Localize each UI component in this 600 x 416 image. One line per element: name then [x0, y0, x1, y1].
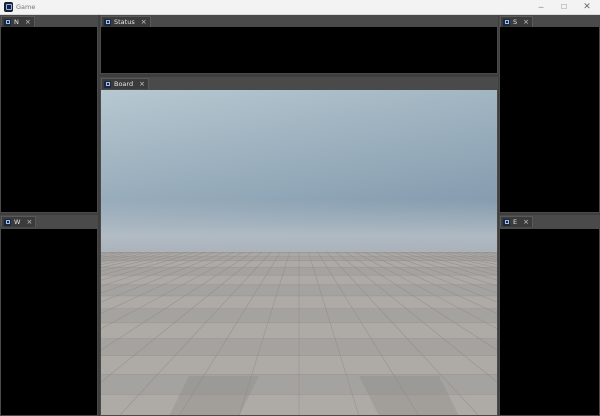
tab-label: Status: [114, 18, 135, 26]
minimize-button[interactable]: ─: [530, 0, 552, 15]
tab-status[interactable]: Status ×: [101, 16, 151, 27]
tab-label: N: [14, 18, 19, 26]
horizon-haze: [101, 200, 497, 260]
panel-icon: [4, 18, 11, 26]
maximize-button[interactable]: ☐: [553, 0, 575, 15]
panel-west: W ×: [0, 215, 98, 416]
tab-close-icon[interactable]: ×: [26, 217, 32, 227]
checkered-floor: [101, 252, 497, 415]
window-title: Game: [16, 3, 36, 11]
tab-west[interactable]: W ×: [1, 216, 37, 227]
tab-close-icon[interactable]: ×: [139, 79, 145, 89]
panel-board: Board ×: [100, 77, 498, 416]
tab-close-icon[interactable]: ×: [523, 17, 529, 27]
tab-strip: Board ×: [100, 77, 498, 89]
tab-label: W: [14, 218, 21, 226]
tab-strip: N ×: [0, 15, 98, 27]
panel-icon: [503, 18, 510, 26]
panel-south: S ×: [499, 15, 600, 213]
tab-close-icon[interactable]: ×: [25, 17, 31, 27]
tab-strip: E ×: [499, 215, 600, 227]
panel-content[interactable]: [1, 27, 97, 212]
panel-icon: [503, 218, 510, 226]
panel-east: E ×: [499, 215, 600, 416]
tab-close-icon[interactable]: ×: [141, 17, 147, 27]
tab-board[interactable]: Board ×: [101, 78, 149, 89]
board-viewport[interactable]: [101, 90, 497, 415]
tab-label: S: [513, 18, 518, 26]
tab-strip: S ×: [499, 15, 600, 27]
close-button[interactable]: ✕: [576, 0, 598, 15]
panel-north: N ×: [0, 15, 98, 213]
tab-label: Board: [114, 80, 134, 88]
game-window: Game ─ ☐ ✕ N × W × Status × Board × S × …: [0, 0, 600, 416]
tab-east[interactable]: E ×: [500, 216, 533, 227]
panel-icon: [4, 218, 11, 226]
panel-content[interactable]: [1, 229, 97, 415]
panel-content[interactable]: [500, 27, 599, 212]
tab-south[interactable]: S ×: [500, 16, 534, 27]
panel-icon: [104, 80, 111, 88]
floor-grid: [101, 252, 497, 415]
title-bar[interactable]: Game ─ ☐ ✕: [0, 0, 600, 15]
panel-icon: [104, 18, 111, 26]
panel-content[interactable]: [500, 229, 599, 415]
tab-strip: Status ×: [100, 15, 498, 27]
tab-north[interactable]: N ×: [1, 16, 35, 27]
tab-close-icon[interactable]: ×: [523, 217, 529, 227]
panel-status: Status ×: [100, 15, 498, 74]
panel-content[interactable]: [101, 27, 497, 73]
tab-strip: W ×: [0, 215, 98, 227]
tab-label: E: [513, 218, 518, 226]
app-icon: [4, 2, 13, 12]
